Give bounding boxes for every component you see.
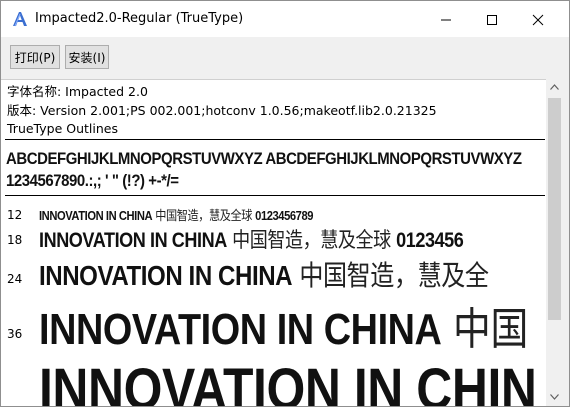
print-button[interactable]: 打印(P): [10, 45, 60, 69]
sample-row-18: INNOVATION IN CHINA 中国智造，慧及全球 0123456: [39, 224, 464, 254]
size-label-12: 12: [7, 208, 23, 222]
sample-cjk: 中国智造，慧及全球: [226, 228, 397, 252]
sample-latin: INNOVATION IN CHINA: [39, 229, 227, 252]
vertical-scrollbar[interactable]: [546, 79, 563, 406]
font-info: 字体名称: Impacted 2.0 版本: Version 2.001;PS …: [7, 83, 437, 139]
font-viewer-window: Impacted2.0-Regular (TrueType) 打印(P) 安装(…: [0, 0, 570, 407]
sample-latin: INNOVATION IN CHINA: [39, 260, 293, 291]
sample-row-24: INNOVATION IN CHINA 中国智造，慧及全: [39, 254, 489, 294]
charset-letters: ABCDEFGHIJKLMNOPQRSTUVWXYZ ABCDEFGHIJKLM…: [6, 149, 522, 168]
divider: [5, 195, 545, 196]
size-label-36: 36: [7, 327, 23, 341]
font-name-line: 字体名称: Impacted 2.0: [7, 84, 148, 99]
sample-row-36: INNOVATION IN CHINA 中国: [39, 293, 528, 357]
minimize-icon: [441, 19, 451, 21]
chevron-up-icon: [550, 84, 559, 90]
sample-row-48: INNOVATION IN CHIN: [39, 356, 537, 407]
sample-latin: INNOVATION IN CHINA: [39, 305, 442, 354]
close-icon: [532, 14, 544, 26]
sample-number: 0123456789: [255, 208, 314, 223]
divider: [5, 139, 545, 140]
sample-row-12: INNOVATION IN CHINA 中国智造，慧及全球 0123456789: [39, 205, 313, 224]
install-button[interactable]: 安装(I): [65, 45, 109, 69]
toolbar: 打印(P) 安装(I): [1, 37, 569, 79]
sample-cjk: 中国智造，慧及全: [292, 259, 489, 292]
chevron-down-icon: [550, 394, 559, 400]
scroll-thumb[interactable]: [548, 98, 561, 320]
font-version-line: 版本: Version 2.001;PS 002.001;hotconv 1.0…: [7, 102, 437, 118]
sample-number: 0123456: [396, 229, 464, 252]
scroll-up-button[interactable]: [546, 79, 563, 96]
minimize-button[interactable]: [423, 1, 469, 37]
maximize-icon: [487, 15, 497, 25]
charset-digits: 1234567890.:,; ' " (!?) +-*/=: [6, 171, 179, 190]
font-a-icon: [11, 10, 29, 28]
sample-latin: INNOVATION IN CHIN: [39, 357, 537, 407]
title-bar[interactable]: Impacted2.0-Regular (TrueType): [1, 1, 569, 37]
sample-cjk: 中国智造，慧及全球: [152, 209, 256, 224]
close-button[interactable]: [515, 1, 561, 37]
font-type-line: TrueType Outlines: [7, 121, 118, 136]
size-label-18: 18: [7, 233, 23, 247]
scroll-down-button[interactable]: [546, 389, 563, 406]
sample-cjk: 中国: [441, 304, 528, 355]
size-label-24: 24: [7, 272, 23, 286]
font-preview-pane: 字体名称: Impacted 2.0 版本: Version 2.001;PS …: [1, 79, 546, 407]
window-title: Impacted2.0-Regular (TrueType): [35, 11, 244, 26]
sample-latin: INNOVATION IN CHINA: [39, 208, 153, 223]
maximize-button[interactable]: [469, 1, 515, 37]
